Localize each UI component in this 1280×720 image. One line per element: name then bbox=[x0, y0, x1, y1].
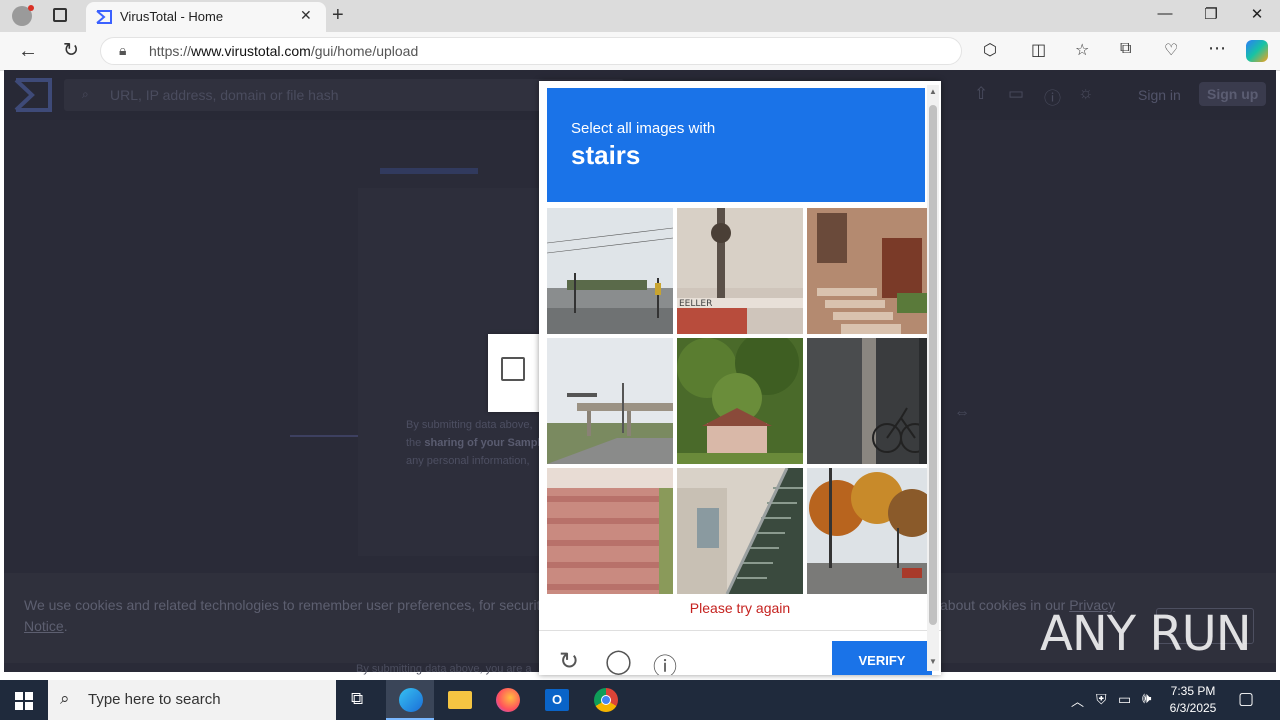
tile-exterior-staircase[interactable] bbox=[677, 468, 803, 594]
close-window-icon[interactable]: ✕ bbox=[1234, 5, 1280, 23]
profile-badge-icon bbox=[28, 5, 34, 11]
restore-icon[interactable]: ❐ bbox=[1188, 5, 1234, 23]
captcha-error-message: Please try again bbox=[689, 600, 791, 616]
taskbar-firefox[interactable] bbox=[484, 680, 532, 720]
search-icon: ⌕ bbox=[60, 689, 70, 708]
task-view-icon: ⧉ bbox=[351, 689, 364, 708]
notifications-icon[interactable]: ▭ bbox=[1008, 84, 1024, 104]
windows-logo-icon bbox=[15, 692, 33, 710]
volume-icon[interactable]: 🕪︎ bbox=[1142, 690, 1151, 707]
extensions-icon[interactable]: ⬡ bbox=[983, 40, 997, 60]
browser-essentials-icon[interactable]: ♡ bbox=[1164, 40, 1178, 60]
system-clock[interactable]: 7:35 PM 6/3/2025 bbox=[1162, 683, 1224, 717]
tile-bicycle-pole[interactable] bbox=[807, 338, 933, 464]
sign-in-link[interactable]: Sign in bbox=[1138, 87, 1181, 103]
theme-toggle-icon[interactable]: ☼ bbox=[1078, 83, 1094, 103]
more-menu-icon[interactable]: ⋯ bbox=[1208, 38, 1226, 59]
vt-logo-large-icon bbox=[380, 168, 478, 194]
tile-highway-overpass[interactable] bbox=[547, 338, 673, 464]
favorites-icon[interactable]: ☆ bbox=[1075, 40, 1089, 60]
minimize-icon[interactable]: — bbox=[1142, 5, 1188, 22]
taskbar-outlook[interactable]: O bbox=[533, 680, 581, 720]
vt-search-placeholder: URL, IP address, domain or file hash bbox=[110, 87, 339, 103]
tile-autumn-street[interactable] bbox=[807, 468, 933, 594]
tab-actions-icon[interactable] bbox=[53, 8, 67, 22]
tile-traffic-intersection[interactable] bbox=[547, 208, 673, 334]
url-text: https://www.virustotal.com/gui/home/uplo… bbox=[149, 43, 419, 59]
recaptcha-checkbox[interactable] bbox=[501, 357, 525, 381]
virustotal-logo-icon[interactable] bbox=[14, 78, 52, 112]
tab-title: VirusTotal - Home bbox=[120, 9, 224, 24]
tile-brownstone-stairs[interactable] bbox=[807, 208, 933, 334]
upload-icon[interactable]: ⇧ bbox=[974, 84, 988, 104]
task-view-button[interactable]: ⧉ bbox=[336, 680, 384, 720]
audio-challenge-icon[interactable]: ◯ bbox=[605, 647, 632, 675]
clock-date: 6/3/2025 bbox=[1169, 701, 1217, 715]
verify-button[interactable]: VERIFY bbox=[832, 641, 932, 675]
taskbar-chrome[interactable] bbox=[582, 680, 630, 720]
firefox-icon bbox=[496, 688, 520, 712]
edge-icon bbox=[399, 688, 423, 712]
notice-link[interactable]: Notice bbox=[24, 618, 64, 634]
new-tab-icon[interactable]: + bbox=[332, 4, 344, 27]
anyrun-watermark: ANY RUN bbox=[1040, 606, 1252, 662]
folder-icon bbox=[448, 691, 472, 709]
clock-time: 7:35 PM bbox=[1170, 684, 1216, 698]
tile-storefront-pole[interactable]: EELLER bbox=[677, 208, 803, 334]
refresh-icon[interactable]: ↻ bbox=[63, 39, 79, 62]
taskbar-search-placeholder: Type here to search bbox=[88, 691, 221, 708]
back-icon[interactable]: ← bbox=[18, 40, 38, 63]
virustotal-favicon-icon bbox=[96, 10, 112, 24]
captcha-prompt: Select all images with bbox=[571, 120, 716, 137]
scrollbar-thumb[interactable] bbox=[929, 105, 937, 625]
captcha-image-grid: EELLER bbox=[547, 208, 933, 594]
show-hidden-icons-icon[interactable]: ︿ bbox=[1071, 691, 1084, 710]
vt-terms-text: By submitting data above, the sharing of… bbox=[406, 419, 541, 467]
search-icon: ⌕ bbox=[82, 87, 89, 101]
collections-icon[interactable]: ⧉ bbox=[1120, 40, 1131, 58]
taskbar-search[interactable]: ⌕ Type here to search bbox=[48, 680, 336, 720]
taskbar: ⌕ Type here to search ⧉ O ︿ ⛨ ▭ 🕪︎ 7:35 … bbox=[0, 680, 1280, 720]
outlook-icon: O bbox=[545, 689, 569, 711]
chrome-icon bbox=[594, 688, 618, 712]
scroll-up-icon[interactable]: ▲ bbox=[929, 87, 937, 96]
split-screen-icon[interactable]: ◫ bbox=[1031, 40, 1046, 60]
vt-footer-text: By submitting data above, you are a bbox=[356, 663, 532, 675]
close-tab-icon[interactable]: ✕ bbox=[300, 7, 312, 24]
notification-center-icon[interactable]: ▢ bbox=[1238, 689, 1254, 709]
recaptcha-checkbox-widget bbox=[488, 334, 540, 412]
security-icon[interactable]: ⛨ bbox=[1096, 691, 1107, 708]
sign-up-button[interactable]: Sign up bbox=[1199, 82, 1267, 106]
start-button[interactable] bbox=[0, 680, 48, 720]
copilot-icon[interactable] bbox=[1246, 40, 1268, 62]
network-icon[interactable]: ▭ bbox=[1118, 691, 1131, 708]
captcha-header: Select all images with stairs bbox=[547, 88, 925, 202]
reload-icon[interactable]: ↻ bbox=[559, 647, 579, 675]
info-icon[interactable]: ⓘ bbox=[653, 647, 677, 675]
captcha-challenge: Select all images with stairs EELLER Ple… bbox=[539, 81, 941, 675]
tile-red-steps[interactable] bbox=[547, 468, 673, 594]
tab-strip: VirusTotal - Home ✕ + — ❐ ✕ bbox=[0, 0, 1280, 32]
address-bar[interactable]: 🔒︎ https://www.virustotal.com/gui/home/u… bbox=[100, 37, 962, 65]
tab-virustotal[interactable]: VirusTotal - Home ✕ bbox=[86, 2, 326, 32]
captcha-scrollbar[interactable]: ▲ ▼ bbox=[927, 85, 939, 671]
help-icon[interactable]: ⓘ bbox=[1044, 84, 1061, 109]
tab-underline bbox=[290, 435, 358, 437]
svg-text:EELLER: EELLER bbox=[679, 299, 712, 309]
captcha-target-object: stairs bbox=[571, 140, 641, 170]
taskbar-file-explorer[interactable] bbox=[436, 680, 484, 720]
lock-icon[interactable]: 🔒︎ bbox=[119, 42, 126, 59]
compare-icon: ⇔ bbox=[954, 404, 970, 421]
tile-trees-house[interactable] bbox=[677, 338, 803, 464]
captcha-divider bbox=[539, 630, 941, 631]
taskbar-edge[interactable] bbox=[386, 680, 434, 720]
scroll-down-icon[interactable]: ▼ bbox=[929, 657, 937, 666]
